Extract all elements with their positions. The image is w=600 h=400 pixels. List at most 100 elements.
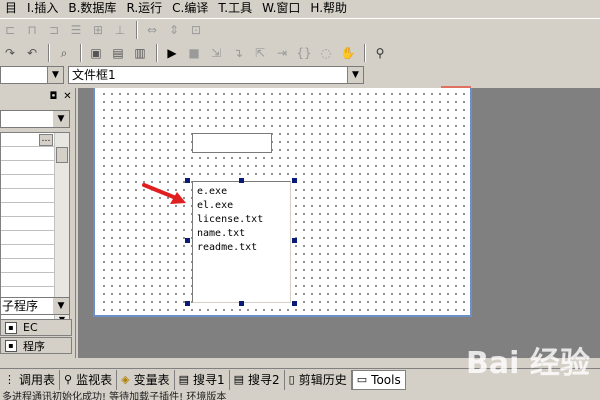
tab-label: 剪辑历史: [298, 373, 347, 387]
annotation-arrow-icon: [142, 183, 186, 204]
run-icon[interactable]: ▶: [162, 43, 182, 63]
window-tile-icon[interactable]: ▥: [130, 43, 150, 63]
ec-icon: ▪: [5, 321, 17, 334]
panel-tab-program[interactable]: ▪ 程序: [0, 337, 72, 354]
grid-icon: ⋮: [4, 373, 15, 386]
status-bar: 多进程通讯初始化成功! 等待加载子插件! 环境版本: [0, 391, 600, 400]
toolbar-separator: [156, 44, 158, 62]
ellipsis-button[interactable]: …: [39, 134, 53, 146]
window-split-icon[interactable]: ▤: [108, 43, 128, 63]
tab-watch-table[interactable]: ⚲ 监视表: [60, 369, 118, 390]
property-object-combo[interactable]: ▼: [0, 110, 70, 128]
menu-item-tools[interactable]: T.工具: [213, 0, 257, 17]
panel-tab-ec-label: EC: [23, 321, 38, 334]
step-into-icon[interactable]: ⇲: [206, 43, 226, 63]
find-icon: ▤: [233, 373, 245, 386]
subprogram-combo[interactable]: 子程序 ▼: [0, 297, 70, 315]
resize-handle-se[interactable]: [292, 301, 297, 306]
find-icon[interactable]: ⌕: [54, 43, 74, 63]
toolbar-separator: [80, 44, 82, 62]
tab-search-2[interactable]: ▤ 搜寻2: [230, 369, 285, 390]
tab-label: 变量表: [133, 373, 170, 387]
chevron-down-icon[interactable]: ▼: [53, 111, 69, 127]
chevron-down-icon[interactable]: ▼: [347, 67, 363, 83]
pin-icon[interactable]: ◘: [48, 91, 59, 102]
tab-clip-history[interactable]: ▯ 剪辑历史: [285, 369, 352, 390]
step-over-icon[interactable]: ↴: [228, 43, 248, 63]
toolbar-row-1: ⊏ ⊓ ⊐ ☰ ⊞ ⊥ ⇔ ⇕ ⊡: [0, 19, 208, 41]
step-out-icon[interactable]: ⇱: [250, 43, 270, 63]
toolbar-row-2: ↷ ↶ ⌕ ▣ ▤ ▥ ▶ ■ ⇲ ↴ ⇱ ⇥ {} ◌ ✋ ⚲: [0, 42, 392, 64]
resize-handle-e[interactable]: [292, 238, 297, 243]
resize-handle-s[interactable]: [239, 301, 244, 306]
variable-icon: ◈: [121, 373, 130, 386]
breakpoint-icon[interactable]: ◌: [316, 43, 336, 63]
chevron-down-icon[interactable]: ▼: [53, 298, 69, 314]
tab-search-1[interactable]: ▤ 搜寻1: [175, 369, 230, 390]
search-icon: ⚲: [64, 373, 73, 386]
tab-label: 搜寻1: [192, 373, 225, 387]
panel-tab-ec[interactable]: ▪ EC: [0, 319, 72, 336]
component-name-value: 文件框1: [72, 68, 116, 82]
clip-icon: ▯: [288, 373, 295, 386]
tab-label: Tools: [371, 372, 401, 387]
list-item[interactable]: name.txt: [197, 227, 290, 241]
bottom-tab-bar: ⋮ 调用表 ⚲ 监视表 ◈ 变量表 ▤ 搜寻1 ▤ 搜寻2 ▯ 剪辑历史 ▭ T…: [0, 368, 600, 390]
align-center-icon[interactable]: ⊓: [22, 20, 42, 40]
toolbar-separator: [48, 44, 50, 62]
menu-item-database[interactable]: B.数据库: [63, 0, 121, 17]
tools-icon: ▭: [356, 373, 368, 386]
menu-item-window[interactable]: W.窗口: [257, 0, 305, 17]
program-icon: ▪: [5, 339, 17, 352]
align-right-icon[interactable]: ⊐: [44, 20, 64, 40]
component-type-combo[interactable]: ▼: [0, 66, 64, 84]
same-height-icon[interactable]: ⇕: [164, 20, 184, 40]
align-top-icon[interactable]: ☰: [66, 20, 86, 40]
run-to-cursor-icon[interactable]: ⇥: [272, 43, 292, 63]
resize-handle-sw[interactable]: [185, 301, 190, 306]
panel-header: ◘ ✕: [0, 88, 76, 104]
chevron-down-icon[interactable]: ▼: [47, 67, 63, 83]
align-middle-icon[interactable]: ⊞: [88, 20, 108, 40]
menu-bar: 目 I.插入 B.数据库 R.运行 C.编译 T.工具 W.窗口 H.帮助: [0, 0, 600, 17]
menu-item-help[interactable]: H.帮助: [305, 0, 352, 17]
close-icon[interactable]: ✕: [62, 91, 73, 102]
undo-icon[interactable]: ↶: [22, 43, 42, 63]
list-item[interactable]: license.txt: [197, 213, 290, 227]
menu-item-file-partial[interactable]: 目: [0, 0, 22, 17]
menu-item-compile[interactable]: C.编译: [167, 0, 213, 17]
list-item[interactable]: e.exe: [197, 185, 290, 199]
panel-tab-program-label: 程序: [23, 339, 45, 353]
tab-call-table[interactable]: ⋮ 调用表: [0, 369, 61, 390]
window-layout-icon[interactable]: ▣: [86, 43, 106, 63]
tab-tools[interactable]: ▭ Tools: [351, 369, 406, 390]
braces-icon[interactable]: {}: [294, 43, 314, 63]
hand-icon[interactable]: ✋: [338, 43, 358, 63]
menu-item-run[interactable]: R.运行: [121, 0, 167, 17]
form-textbox[interactable]: [192, 133, 272, 153]
menu-item-insert[interactable]: I.插入: [22, 0, 63, 17]
scrollbar-thumb[interactable]: [56, 147, 68, 163]
find-icon: ▤: [178, 373, 189, 386]
toolbar-separator: [364, 44, 366, 62]
resize-handle-w[interactable]: [185, 238, 190, 243]
list-item[interactable]: el.exe: [197, 199, 290, 213]
binoculars-icon[interactable]: ⚲: [370, 43, 390, 63]
align-bottom-icon[interactable]: ⊥: [110, 20, 130, 40]
stop-icon[interactable]: ■: [184, 43, 204, 63]
redo-icon[interactable]: ↷: [0, 43, 20, 63]
component-name-combo[interactable]: 文件框1 ▼: [68, 66, 364, 84]
tab-variable-table[interactable]: ◈ 变量表: [117, 369, 175, 390]
same-size-icon[interactable]: ⊡: [186, 20, 206, 40]
align-left-icon[interactable]: ⊏: [0, 20, 20, 40]
tab-label: 调用表: [19, 373, 56, 387]
list-item[interactable]: readme.txt: [197, 241, 290, 255]
tab-label: 搜寻2: [248, 373, 280, 387]
resize-handle-n[interactable]: [239, 178, 244, 183]
object-selector-row: ▼ 文件框1 ▼: [0, 66, 600, 84]
resize-handle-ne[interactable]: [292, 178, 297, 183]
status-text: 多进程通讯初始化成功! 等待加载子插件! 环境版本: [2, 392, 227, 400]
same-width-icon[interactable]: ⇔: [142, 20, 162, 40]
toolbar-separator: [136, 21, 138, 39]
file-listbox[interactable]: e.exe el.exe license.txt name.txt readme…: [192, 181, 291, 303]
